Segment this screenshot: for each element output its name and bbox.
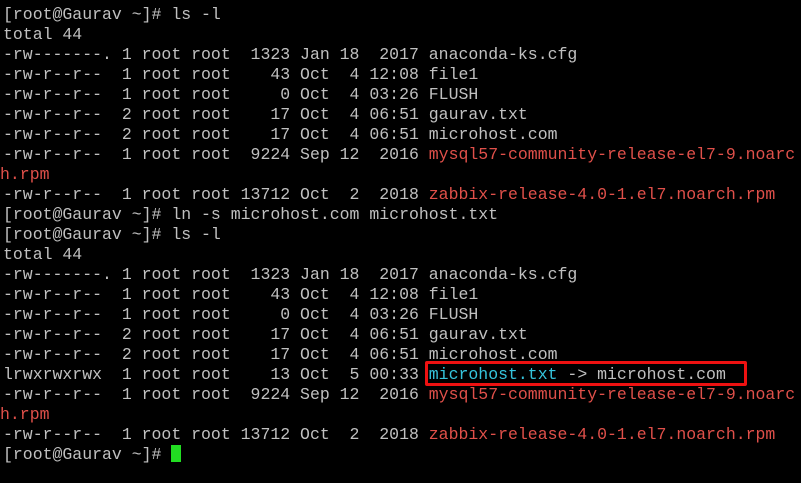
symlink-target: -> microhost.com [557,365,726,384]
listing-row: -rw-r--r-- 1 root root 43 Oct 4 12:08 fi… [3,65,478,85]
listing-row: -rw-r--r-- 2 root root 17 Oct 4 06:51 ga… [3,105,528,125]
file-meta: -rw-r--r-- 1 root root 13712 Oct 2 2018 [3,185,429,204]
listing-row: -rw-r--r-- 1 root root 9224 Sep 12 2016 … [3,145,795,165]
file-meta: -rw-r--r-- 1 root root 43 Oct 4 12:08 [3,65,429,84]
listing-row: -rw-r--r-- 1 root root 9224 Sep 12 2016 … [3,385,795,405]
command-text: ls -l [171,5,221,24]
listing-row: -rw-r--r-- 1 root root 43 Oct 4 12:08 fi… [3,285,478,305]
file-name: microhost.com [428,125,558,144]
text-cursor [171,445,182,462]
file-name: file1 [428,65,479,84]
total-line: total 44 [3,245,83,264]
wrapped-file-name: h.rpm [0,405,50,424]
listing-row: -rw-r--r-- 2 root root 17 Oct 4 06:51 mi… [3,125,558,145]
total-line: total 44 [3,25,83,44]
listing-row: -rw-r--r-- 1 root root 0 Oct 4 03:26 FLU… [3,305,478,325]
archive-file-name: mysql57-community-release-el7-9.noarc [428,385,796,404]
prompt: [root@Gaurav ~]# [3,445,172,464]
file-name: gaurav.txt [428,325,528,344]
terminal-window[interactable]: [root@Gaurav ~]# ls -l total 44 -rw-----… [0,0,801,483]
file-meta: -rw-r--r-- 1 root root 13712 Oct 2 2018 [3,425,429,444]
command-line: [root@Gaurav ~]# ln -s microhost.com mic… [3,205,498,225]
listing-row: -rw-------. 1 root root 1323 Jan 18 2017… [3,45,577,65]
file-meta: lrwxrwxrwx 1 root root 13 Oct 5 00:33 [3,365,429,384]
prompt: [root@Gaurav ~]# [3,205,172,224]
listing-row: -rw-r--r-- 2 root root 17 Oct 4 06:51 mi… [3,345,558,365]
file-name: anaconda-ks.cfg [428,265,578,284]
file-meta: -rw-------. 1 root root 1323 Jan 18 2017 [3,45,429,64]
prompt: [root@Gaurav ~]# [3,225,172,244]
command-text: ln -s microhost.com microhost.txt [171,205,499,224]
file-meta: -rw-r--r-- 1 root root 9224 Sep 12 2016 [3,145,429,164]
archive-file-name: mysql57-community-release-el7-9.noarc [428,145,796,164]
file-name: FLUSH [428,305,479,324]
file-meta: -rw-r--r-- 2 root root 17 Oct 4 06:51 [3,345,429,364]
file-name: FLUSH [428,85,479,104]
listing-row: -rw-------. 1 root root 1323 Jan 18 2017… [3,265,577,285]
file-meta: -rw-r--r-- 1 root root 0 Oct 4 03:26 [3,305,429,324]
file-meta: -rw-r--r-- 2 root root 17 Oct 4 06:51 [3,325,429,344]
file-name: gaurav.txt [428,105,528,124]
file-name: file1 [428,285,479,304]
command-text: ls -l [171,225,221,244]
command-line: [root@Gaurav ~]# ls -l [3,5,221,25]
file-meta: -rw-r--r-- 1 root root 9224 Sep 12 2016 [3,385,429,404]
prompt: [root@Gaurav ~]# [3,5,172,24]
file-meta: -rw-r--r-- 2 root root 17 Oct 4 06:51 [3,125,429,144]
listing-row: -rw-r--r-- 2 root root 17 Oct 4 06:51 ga… [3,325,528,345]
file-meta: -rw-r--r-- 1 root root 0 Oct 4 03:26 [3,85,429,104]
symlink-row: lrwxrwxrwx 1 root root 13 Oct 5 00:33 mi… [3,365,726,385]
command-line: [root@Gaurav ~]# ls -l [3,225,221,245]
archive-file-name: zabbix-release-4.0-1.el7.noarch.rpm [428,185,776,204]
listing-row: -rw-r--r-- 1 root root 0 Oct 4 03:26 FLU… [3,85,478,105]
wrapped-file-name: h.rpm [0,165,50,184]
listing-row: -rw-r--r-- 1 root root 13712 Oct 2 2018 … [3,185,775,205]
file-name: anaconda-ks.cfg [428,45,578,64]
active-prompt-line[interactable]: [root@Gaurav ~]# [3,445,182,465]
file-name: microhost.com [428,345,558,364]
archive-file-name: zabbix-release-4.0-1.el7.noarch.rpm [428,425,776,444]
file-meta: -rw-r--r-- 2 root root 17 Oct 4 06:51 [3,105,429,124]
file-meta: -rw-------. 1 root root 1323 Jan 18 2017 [3,265,429,284]
listing-row: -rw-r--r-- 1 root root 13712 Oct 2 2018 … [3,425,775,445]
file-meta: -rw-r--r-- 1 root root 43 Oct 4 12:08 [3,285,429,304]
symlink-name: microhost.txt [428,365,558,384]
